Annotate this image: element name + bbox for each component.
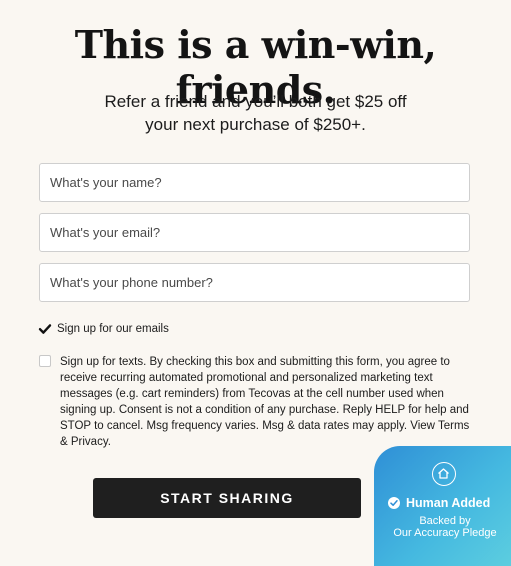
badge-sub-line-1: Backed by <box>419 515 471 527</box>
email-input[interactable] <box>39 213 470 252</box>
email-opt-in-checkbox[interactable] <box>38 323 52 335</box>
checkmark-icon <box>38 324 52 334</box>
badge-title: Human Added <box>388 496 490 510</box>
subhead: Refer a friend and you’ll both get $25 o… <box>0 90 511 136</box>
text-opt-in-row[interactable]: Sign up for texts. By checking this box … <box>39 354 480 450</box>
text-opt-in-checkbox[interactable] <box>39 355 51 367</box>
human-added-badge[interactable]: Human Added Backed by Our Accuracy Pledg… <box>374 446 511 566</box>
verified-check-icon <box>388 497 400 509</box>
home-icon <box>432 462 456 486</box>
text-opt-in-label: Sign up for texts. By checking this box … <box>60 356 470 448</box>
badge-sub-line-2: Our Accuracy Pledge <box>393 527 497 539</box>
badge-title-text: Human Added <box>406 496 491 510</box>
start-sharing-button[interactable]: START SHARING <box>93 478 361 518</box>
email-opt-in-row[interactable]: Sign up for our emails <box>38 323 169 337</box>
phone-input[interactable] <box>39 263 470 302</box>
badge-subtitle: Backed by Our Accuracy Pledge <box>374 515 511 539</box>
name-input[interactable] <box>39 163 470 202</box>
email-opt-in-label: Sign up for our emails <box>57 323 169 335</box>
subhead-line-2: your next purchase of $250+. <box>145 115 366 134</box>
subhead-line-1: Refer a friend and you’ll both get $25 o… <box>104 92 407 111</box>
